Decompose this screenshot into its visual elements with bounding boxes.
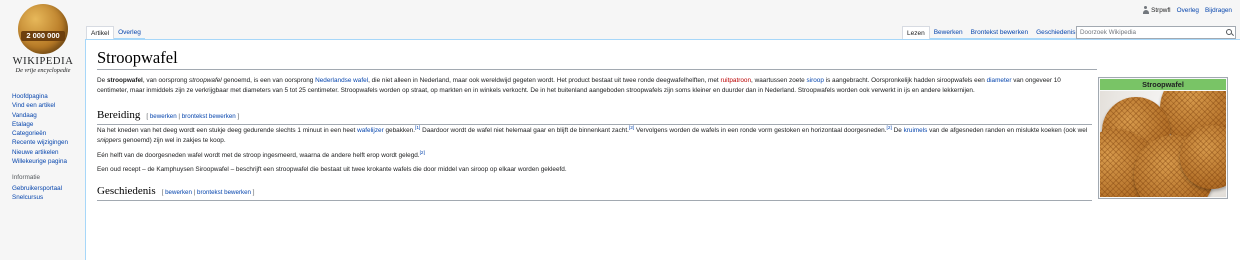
text: , van oorsprong [142, 77, 190, 84]
section-heading-geschiedenis: Geschiedenis [ bewerken | brontekst bewer… [97, 184, 1092, 201]
text: van de afgesneden randen en mislukte koe… [927, 127, 1088, 134]
user-icon [1142, 6, 1149, 14]
globe-icon: 2 000 000 [18, 4, 68, 54]
text: Na het kneden van het deeg wordt een stu… [97, 127, 358, 134]
tab-bewerken[interactable]: Bewerken [929, 26, 967, 39]
sidebar-heading-informatie: Informatie [12, 174, 40, 182]
wikipedia-logo[interactable]: 2 000 000 WIKIPEDIA De vrije encyclopedi… [8, 4, 78, 78]
user-talk-link[interactable]: Overleg [1177, 7, 1199, 14]
tab-lezen[interactable]: Lezen [902, 26, 930, 39]
text: is aangebracht. Oorspronkelijk hadden si… [823, 77, 987, 84]
edit-source-section-link[interactable]: brontekst bewerken [197, 189, 251, 196]
sidebar-item-nieuwe-artikelen[interactable]: Nieuwe artikelen [12, 148, 68, 157]
reference-2[interactable]: [2] [420, 151, 425, 156]
edit-section-link[interactable]: bewerken [150, 113, 177, 120]
contributions-link[interactable]: Bijdragen [1205, 7, 1232, 14]
text: De [891, 127, 904, 134]
logo-wordmark: WIKIPEDIA [12, 56, 74, 67]
bracket: ] [235, 113, 240, 120]
user-link[interactable]: Strpwfl [1142, 6, 1171, 14]
search-icon[interactable] [1226, 28, 1232, 35]
italic-term: snippers [97, 137, 122, 144]
sidebar-item-categorieen[interactable]: Categorieën [12, 129, 68, 138]
page-title: Stroopwafel [97, 48, 1097, 70]
tab-geschiedenis[interactable]: Geschiedenis [1032, 26, 1080, 39]
link-kruimels[interactable]: kruimels [904, 127, 928, 134]
sidebar-item-snelcursus[interactable]: Snelcursus [12, 193, 68, 202]
italic-term: stroopwafel [189, 77, 222, 84]
sidebar-item-hoofdpagina[interactable]: Hoofdpagina [12, 92, 68, 101]
content-area: Stroopwafel De stroopwafel, van oorspron… [85, 39, 1240, 260]
text: Een oud recept – de Kamphuysen Siroopwaf… [97, 166, 567, 173]
section-edit-links: [ bewerken | brontekst bewerken ] [146, 113, 239, 120]
edit-section-link[interactable]: bewerken [165, 189, 192, 196]
infobox-title: Stroopwafel [1100, 79, 1226, 90]
sidebar-item-vandaag[interactable]: Vandaag [12, 111, 68, 120]
sidebar-item-etalage[interactable]: Etalage [12, 120, 68, 129]
stroopwafel-image[interactable] [1100, 91, 1226, 197]
link-siroop[interactable]: siroop [806, 77, 823, 84]
section-edit-links: [ bewerken | brontekst bewerken ] [162, 189, 255, 196]
text: Vervolgens worden de wafels in een ronde… [634, 127, 887, 134]
link-nederlandse-wafel[interactable]: Nederlandse wafel [315, 77, 368, 84]
text: genoemd) zijn wel in zakjes te koop. [121, 137, 226, 144]
edit-source-section-link[interactable]: brontekst bewerken [182, 113, 236, 120]
paragraph-bereiding-1: Na het kneden van het deeg wordt een stu… [97, 126, 1092, 146]
link-wafelijzer[interactable]: wafelijzer [357, 127, 384, 134]
link-diameter[interactable]: diameter [987, 77, 1012, 84]
sidebar-item-vind-artikel[interactable]: Vind een artikel [12, 101, 68, 110]
search-placeholder: Doorzoek Wikipedia [1080, 29, 1136, 36]
section-title: Geschiedenis [97, 185, 156, 197]
namespace-tabs: Artikel Overleg [86, 26, 145, 39]
section-title: Bereiding [97, 109, 141, 121]
sidebar: Hoofdpagina Vind een artikel Vandaag Eta… [12, 92, 68, 202]
tab-artikel[interactable]: Artikel [86, 26, 115, 39]
text: , waartussen zoete [751, 77, 807, 84]
bold-term: stroopwafel [106, 77, 143, 84]
sidebar-item-recente-wijzigingen[interactable]: Recente wijzigingen [12, 138, 68, 147]
tab-overleg[interactable]: Overleg [114, 26, 145, 39]
text: gebakken. [383, 127, 415, 134]
text: Eén helft van de doorgesneden wafel word… [97, 152, 420, 159]
intro-paragraph: De stroopwafel, van oorsprong stroopwafe… [97, 76, 1092, 96]
view-tabs: Lezen Bewerken Brontekst bewerken Geschi… [902, 26, 1080, 39]
tab-brontekst-bewerken[interactable]: Brontekst bewerken [966, 26, 1033, 39]
username: Strpwfl [1151, 6, 1171, 14]
redlink-ruitpatroon[interactable]: ruitpatroon [720, 77, 751, 84]
sidebar-item-willekeurige-pagina[interactable]: Willekeurige pagina [12, 157, 68, 166]
personal-tools: Strpwfl Overleg Bijdragen [1142, 6, 1232, 14]
logo-badge: 2 000 000 [21, 31, 65, 41]
paragraph-bereiding-2: Eén helft van de doorgesneden wafel word… [97, 151, 1092, 161]
text: genoemd, is een van oorsprong [221, 77, 316, 84]
paragraph-bereiding-3: Een oud recept – de Kamphuysen Siroopwaf… [97, 165, 1092, 175]
section-heading-bereiding: Bereiding [ bewerken | brontekst bewerken… [97, 108, 1092, 125]
logo-tagline: De vrije encyclopedie [15, 67, 71, 74]
text: , die niet alleen in Nederland, maar ook… [368, 77, 721, 84]
bracket: ] [251, 189, 255, 196]
text: De [97, 77, 107, 84]
sidebar-item-gebruikersportaal[interactable]: Gebruikersportaal [12, 184, 68, 193]
text: Daardoor wordt de wafel niet helemaal ga… [420, 127, 629, 134]
search-input[interactable]: Doorzoek Wikipedia [1076, 26, 1236, 39]
infobox: Stroopwafel [1098, 77, 1228, 199]
